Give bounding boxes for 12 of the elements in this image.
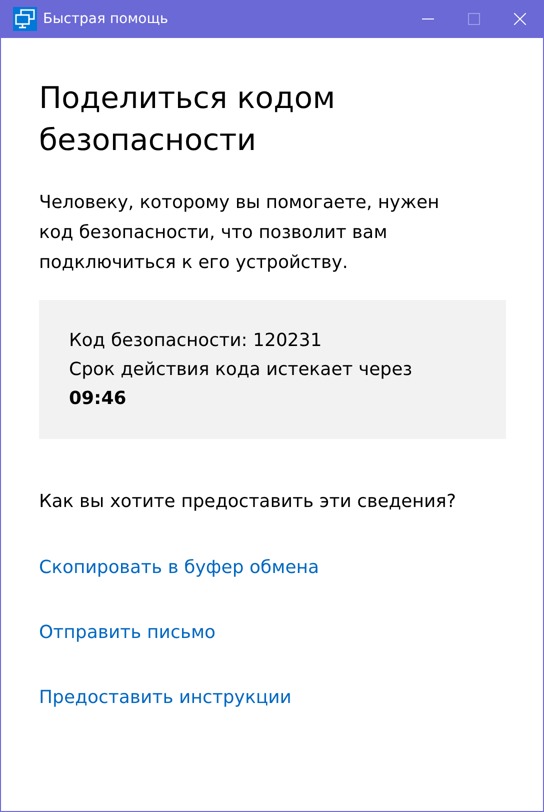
- maximize-icon: [468, 13, 480, 25]
- page-heading: Поделиться кодом безопасности: [39, 80, 336, 160]
- description-text: Человеку, которому вы помогаете, нужен код безопасности, что позволит вам подключиться к его устройству.: [39, 191, 440, 275]
- security-code-text: Код безопасности: 120231: [69, 329, 323, 353]
- option-link[interactable]: Скопировать в буфер обмена: [39, 553, 320, 583]
- expiry-text: Срок действия кода истекает через 09:46: [69, 358, 414, 411]
- close-icon: [514, 13, 526, 25]
- question-text: Как вы хотите предоставить эти сведения?: [39, 490, 458, 514]
- option-link[interactable]: Отправить письмо: [39, 618, 216, 648]
- remote-desktop-icon: [13, 7, 37, 31]
- window-title: Быстрая помощь: [43, 11, 170, 27]
- option-link[interactable]: Предоставить инструкции: [39, 683, 292, 713]
